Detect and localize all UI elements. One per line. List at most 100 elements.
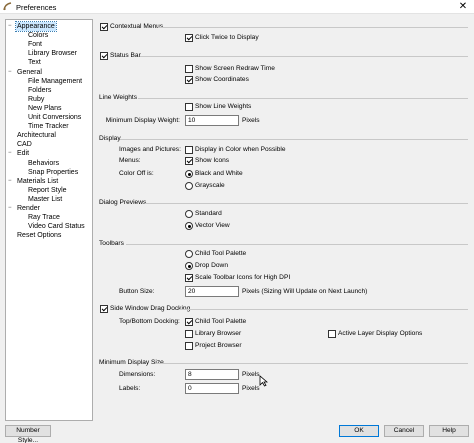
show-coordinates-checkbox[interactable] <box>185 76 193 84</box>
ok-button[interactable]: OK <box>339 425 379 437</box>
contextual-menus-checkbox[interactable] <box>100 23 108 31</box>
status-bar-label: Status Bar <box>110 52 141 59</box>
vector-view-radio[interactable] <box>185 222 193 230</box>
tree-item-behaviors[interactable]: Behaviors <box>28 159 59 168</box>
tree-expander-icon[interactable]: − <box>8 68 14 77</box>
cancel-button[interactable]: Cancel <box>384 425 424 437</box>
screen-redraw-label: Show Screen Redraw Time <box>195 65 275 72</box>
section-divider <box>138 98 468 99</box>
button-size-input[interactable]: 20 <box>185 286 239 297</box>
section-divider <box>156 363 468 364</box>
top-bottom-docking-label: Top/Bottom Docking: <box>119 318 180 325</box>
labels-input[interactable]: 0 <box>185 383 239 394</box>
scale-toolbar-icons-label: Scale Toolbar Icons for High DPI <box>195 274 291 281</box>
docking-child-tool-palette-label: Child Tool Palette <box>195 318 247 325</box>
tree-item-library-browser[interactable]: Library Browser <box>28 49 77 58</box>
library-browser-checkbox[interactable] <box>185 330 193 338</box>
section-divider <box>145 203 468 204</box>
section-divider <box>140 56 468 57</box>
display-heading: Display <box>99 135 121 142</box>
min-display-weight-unit: Pixels <box>242 117 260 124</box>
tree-item-ruby[interactable]: Ruby <box>28 95 44 104</box>
standard-radio[interactable] <box>185 210 193 218</box>
show-line-weights-label: Show Line Weights <box>195 103 252 110</box>
vector-view-label: Vector View <box>195 222 230 229</box>
tree-expander-icon[interactable]: − <box>8 149 14 158</box>
tree-item-materials-list[interactable]: Materials List <box>17 177 58 186</box>
tree-expander-icon[interactable]: − <box>8 177 14 186</box>
show-icons-checkbox[interactable] <box>185 157 193 165</box>
show-icons-label: Show Icons <box>195 157 230 164</box>
child-tool-palette-radio[interactable] <box>185 250 193 258</box>
click-twice-label: Click Twice to Display <box>195 34 259 41</box>
docking-child-tool-palette-checkbox[interactable] <box>185 318 193 326</box>
tree-expander-icon[interactable]: − <box>8 22 14 31</box>
active-layer-display-checkbox[interactable] <box>328 330 336 338</box>
tree-item-new-plans[interactable]: New Plans <box>28 104 61 113</box>
tree-item-colors[interactable]: Colors <box>28 31 48 40</box>
min-display-weight-input[interactable]: 10 <box>185 115 239 126</box>
toolbars-heading: Toolbars <box>99 240 124 247</box>
tree-item-font[interactable]: Font <box>28 40 42 49</box>
tree-item-master-list[interactable]: Master List <box>28 195 62 204</box>
tree-expander-icon[interactable]: − <box>8 204 14 213</box>
dimensions-input[interactable]: 8 <box>185 369 239 380</box>
tree-item-ray-trace[interactable]: Ray Trace <box>28 213 60 222</box>
black-white-label: Black and White <box>195 170 243 177</box>
dimensions-unit: Pixels <box>242 371 260 378</box>
scale-toolbar-icons-checkbox[interactable] <box>185 274 193 282</box>
tree-item-edit[interactable]: Edit <box>17 149 29 158</box>
tree-item-cad[interactable]: CAD <box>17 140 32 149</box>
window-title: Preferences <box>16 3 57 12</box>
images-pictures-label: Images and Pictures: <box>119 146 181 153</box>
help-button[interactable]: Help <box>429 425 469 437</box>
show-line-weights-checkbox[interactable] <box>185 103 193 111</box>
button-size-label: Button Size: <box>119 288 155 295</box>
mouse-cursor-icon <box>259 375 268 387</box>
tree-item-folders[interactable]: Folders <box>28 86 51 95</box>
number-style-button[interactable]: Number Style... <box>5 425 51 443</box>
section-divider <box>180 309 468 310</box>
tree-item-time-tracker[interactable]: Time Tracker <box>28 122 69 131</box>
section-divider <box>158 27 468 28</box>
click-twice-checkbox[interactable] <box>185 34 193 42</box>
min-display-size-heading: Minimum Display Size <box>99 359 164 366</box>
contextual-menus-label: Contextual Menus <box>110 23 164 30</box>
tree-item-video-card-status[interactable]: Video Card Status <box>28 222 85 231</box>
active-layer-display-label: Active Layer Display Options <box>338 330 423 337</box>
status-bar-checkbox[interactable] <box>100 52 108 60</box>
tree-item-snap-properties[interactable]: Snap Properties <box>28 168 78 177</box>
line-weights-heading: Line Weights <box>99 94 137 101</box>
section-divider <box>120 139 468 140</box>
grayscale-label: Grayscale <box>195 182 225 189</box>
display-in-color-checkbox[interactable] <box>185 146 193 154</box>
drop-down-radio[interactable] <box>185 262 193 270</box>
appearance-panel: Contextual Menus Click Twice to Display … <box>98 19 469 421</box>
grayscale-radio[interactable] <box>185 182 193 190</box>
show-coordinates-label: Show Coordinates <box>195 76 249 83</box>
labels-unit: Pixels <box>242 385 260 392</box>
drop-down-label: Drop Down <box>195 262 228 269</box>
project-browser-label: Project Browser <box>195 342 242 349</box>
library-browser-label: Library Browser <box>195 330 242 337</box>
section-divider <box>126 244 468 245</box>
tree-item-unit-conversions[interactable]: Unit Conversions <box>28 113 81 122</box>
screen-redraw-checkbox[interactable] <box>185 65 193 73</box>
tree-item-file-management[interactable]: File Management <box>28 77 82 86</box>
tree-item-general[interactable]: General <box>17 68 42 77</box>
category-tree[interactable]: − Appearance Colors Font Library Browser Text… <box>5 19 93 421</box>
tree-item-appearance[interactable]: Appearance <box>15 21 57 32</box>
tree-item-architectural[interactable]: Architectural <box>17 131 56 140</box>
standard-label: Standard <box>195 210 222 217</box>
tree-item-reset-options[interactable]: Reset Options <box>17 231 61 240</box>
dialog-previews-heading: Dialog Previews <box>99 199 147 206</box>
tree-item-render[interactable]: Render <box>17 204 40 213</box>
tree-item-report-style[interactable]: Report Style <box>28 186 67 195</box>
project-browser-checkbox[interactable] <box>185 342 193 350</box>
close-icon[interactable]: ✕ <box>456 1 470 13</box>
side-window-docking-checkbox[interactable] <box>100 305 108 313</box>
min-display-weight-label: Minimum Display Weight: <box>105 117 180 124</box>
title-bar: Preferences ✕ <box>0 0 474 14</box>
tree-item-text[interactable]: Text <box>28 58 41 67</box>
black-white-radio[interactable] <box>185 170 193 178</box>
